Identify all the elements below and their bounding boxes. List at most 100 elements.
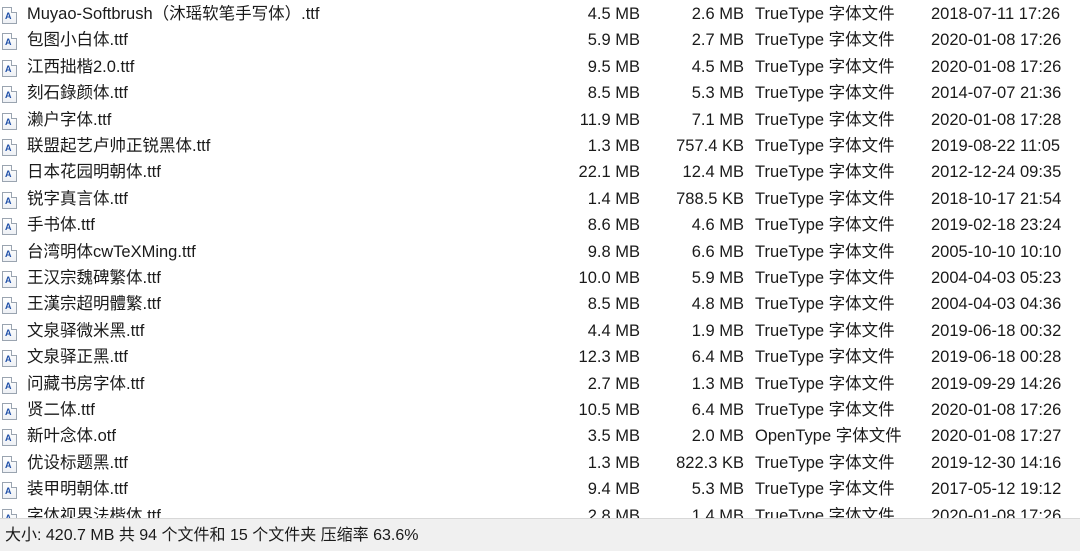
file-packed-size: 822.3 KB xyxy=(676,453,744,472)
file-type: TrueType 字体文件 xyxy=(755,216,895,235)
file-type: TrueType 字体文件 xyxy=(755,31,895,50)
file-row[interactable]: A 字体视界法楷体.ttf 2.8 MB 1.4 MB TrueType 字体文件 202… xyxy=(0,503,1080,518)
file-row[interactable]: A 日本花园明朝体.ttf 22.1 MB 12.4 MB TrueType 字体文件 2… xyxy=(0,159,1080,185)
font-file-icon: A xyxy=(2,218,17,236)
status-bar: 大小: 420.7 MB 共 94 个文件和 15 个文件夹 压缩率 63.6% xyxy=(0,518,1080,551)
file-row[interactable]: A 刻石錄颜体.ttf 8.5 MB 5.3 MB TrueType 字体文件 2014-… xyxy=(0,80,1080,106)
file-row[interactable]: A 王汉宗魏碑繁体.ttf 10.0 MB 5.9 MB TrueType 字体文件 20… xyxy=(0,265,1080,291)
file-size: 1.4 MB xyxy=(587,189,640,208)
file-packed-size: 1.3 MB xyxy=(691,374,744,393)
file-size: 2.7 MB xyxy=(587,374,640,393)
file-type: TrueType 字体文件 xyxy=(755,84,895,103)
file-type: TrueType 字体文件 xyxy=(755,137,895,155)
file-row[interactable]: A 锐字真言体.ttf 1.4 MB 788.5 KB TrueType 字体文件 201… xyxy=(0,186,1080,212)
file-name: 包图小白体.ttf xyxy=(27,31,128,50)
file-packed-size: 2.0 MB xyxy=(691,427,744,446)
font-file-icon: A xyxy=(2,508,17,518)
file-name: 手书体.ttf xyxy=(27,216,95,235)
file-row[interactable]: A 濑户字体.ttf 11.9 MB 7.1 MB TrueType 字体文件 2020-… xyxy=(0,107,1080,133)
file-name: 锐字真言体.ttf xyxy=(27,189,128,208)
file-type: TrueType 字体文件 xyxy=(755,57,895,76)
font-file-icon: A xyxy=(2,271,17,288)
file-name: 江西拙楷2.0.ttf xyxy=(27,57,135,76)
font-file-icon: A xyxy=(2,482,17,500)
file-name: 贤二体.ttf xyxy=(27,401,95,419)
file-name: 濑户字体.ttf xyxy=(27,110,112,129)
file-packed-size: 5.3 MB xyxy=(691,84,744,103)
file-packed-size: 5.9 MB xyxy=(691,269,744,287)
file-row[interactable]: A 台湾明体cwTeXMing.ttf 9.8 MB 6.6 MB TrueType 字… xyxy=(0,239,1080,265)
file-packed-size: 6.4 MB xyxy=(691,348,744,367)
file-row[interactable]: A 江西拙楷2.0.ttf 9.5 MB 4.5 MB TrueType 字体文件 202… xyxy=(0,54,1080,80)
file-modified: 2004-04-03 04:36 xyxy=(931,295,1062,314)
file-row[interactable]: A 王漢宗超明體繁.ttf 8.5 MB 4.8 MB TrueType 字体文件 200… xyxy=(0,291,1080,317)
file-type: TrueType 字体文件 xyxy=(755,269,895,287)
font-file-icon: A xyxy=(2,7,17,24)
file-size: 9.5 MB xyxy=(587,57,640,76)
file-size: 9.4 MB xyxy=(587,480,640,499)
file-modified: 2019-06-18 00:32 xyxy=(931,321,1062,340)
file-row[interactable]: A 联盟起艺卢帅正锐黑体.ttf 1.3 MB 757.4 KB TrueType 字体… xyxy=(0,133,1080,159)
file-row[interactable]: A 问藏书房字体.ttf 2.7 MB 1.3 MB TrueType 字体文件 2019… xyxy=(0,371,1080,397)
file-packed-size: 6.6 MB xyxy=(691,242,744,261)
file-row[interactable]: A 手书体.ttf 8.6 MB 4.6 MB TrueType 字体文件 2019-02… xyxy=(0,212,1080,238)
file-row[interactable]: A 贤二体.ttf 10.5 MB 6.4 MB TrueType 字体文件 2020-0… xyxy=(0,397,1080,423)
file-packed-size: 7.1 MB xyxy=(691,110,744,129)
file-type: TrueType 字体文件 xyxy=(755,163,895,182)
file-size: 4.4 MB xyxy=(587,321,640,340)
font-file-icon: A xyxy=(2,86,17,104)
file-type: TrueType 字体文件 xyxy=(755,453,895,472)
file-name: 字体视界法楷体.ttf xyxy=(27,506,161,518)
file-row[interactable]: A 文泉驿正黑.ttf 12.3 MB 6.4 MB TrueType 字体文件 2019… xyxy=(0,344,1080,370)
file-packed-size: 12.4 MB xyxy=(682,163,744,182)
file-size: 2.8 MB xyxy=(587,506,640,518)
font-file-icon: A xyxy=(2,139,17,156)
file-row[interactable]: A Muyao-Softbrush（沐瑶软笔手写体）.ttf 4.5 MB 2.6 M… xyxy=(0,1,1080,27)
file-size: 9.8 MB xyxy=(587,242,640,261)
file-modified: 2020-01-08 17:27 xyxy=(931,427,1062,446)
archive-window: A Muyao-Softbrush（沐瑶软笔手写体）.ttf 4.5 MB 2.6 M… xyxy=(0,0,1080,551)
font-file-icon: A xyxy=(2,33,17,51)
file-name: Muyao-Softbrush（沐瑶软笔手写体）.ttf xyxy=(27,5,320,23)
file-size: 22.1 MB xyxy=(578,163,640,182)
file-size: 3.5 MB xyxy=(587,427,640,446)
file-row[interactable]: A 优设标题黑.ttf 1.3 MB 822.3 KB TrueType 字体文件 201… xyxy=(0,450,1080,476)
file-name: 装甲明朝体.ttf xyxy=(27,480,128,499)
file-size: 5.9 MB xyxy=(587,31,640,50)
font-file-icon: A xyxy=(2,244,17,262)
font-file-icon: A xyxy=(2,429,17,447)
file-name: 文泉驿正黑.ttf xyxy=(27,348,128,367)
file-name: 联盟起艺卢帅正锐黑体.ttf xyxy=(27,137,211,155)
file-packed-size: 757.4 KB xyxy=(676,137,744,155)
file-modified: 2020-01-08 17:26 xyxy=(931,57,1062,76)
font-file-icon: A xyxy=(2,350,17,368)
file-size: 4.5 MB xyxy=(587,5,640,23)
file-type: TrueType 字体文件 xyxy=(755,242,895,261)
file-modified: 2019-09-29 14:26 xyxy=(931,374,1062,393)
file-list[interactable]: A Muyao-Softbrush（沐瑶软笔手写体）.ttf 4.5 MB 2.6 M… xyxy=(0,1,1080,518)
file-modified: 2019-02-18 23:24 xyxy=(931,216,1062,235)
file-size: 8.6 MB xyxy=(587,216,640,235)
file-packed-size: 2.6 MB xyxy=(691,5,744,23)
file-size: 8.5 MB xyxy=(587,295,640,314)
file-type: TrueType 字体文件 xyxy=(755,401,895,419)
file-modified: 2019-06-18 00:28 xyxy=(931,348,1062,367)
file-packed-size: 1.4 MB xyxy=(691,506,744,518)
file-modified: 2020-01-08 17:26 xyxy=(931,31,1062,50)
file-modified: 2004-04-03 05:23 xyxy=(931,269,1062,287)
file-size: 1.3 MB xyxy=(587,137,640,155)
file-packed-size: 4.5 MB xyxy=(691,57,744,76)
file-modified: 2014-07-07 21:36 xyxy=(931,84,1062,103)
file-row[interactable]: A 包图小白体.ttf 5.9 MB 2.7 MB TrueType 字体文件 2020-… xyxy=(0,27,1080,53)
file-row[interactable]: A 文泉驿微米黑.ttf 4.4 MB 1.9 MB TrueType 字体文件 2019… xyxy=(0,318,1080,344)
file-name: 问藏书房字体.ttf xyxy=(27,374,145,393)
file-size: 10.5 MB xyxy=(578,401,640,419)
file-name: 刻石錄颜体.ttf xyxy=(27,84,128,103)
file-row[interactable]: A 装甲明朝体.ttf 9.4 MB 5.3 MB TrueType 字体文件 2017-… xyxy=(0,476,1080,502)
file-type: TrueType 字体文件 xyxy=(755,506,895,518)
file-name: 王汉宗魏碑繁体.ttf xyxy=(27,269,161,287)
file-type: OpenType 字体文件 xyxy=(755,427,902,446)
file-size: 8.5 MB xyxy=(587,84,640,103)
file-modified: 2005-10-10 10:10 xyxy=(931,242,1062,261)
file-row[interactable]: A 新叶念体.otf 3.5 MB 2.0 MB OpenType 字体文件 2020-0… xyxy=(0,423,1080,449)
